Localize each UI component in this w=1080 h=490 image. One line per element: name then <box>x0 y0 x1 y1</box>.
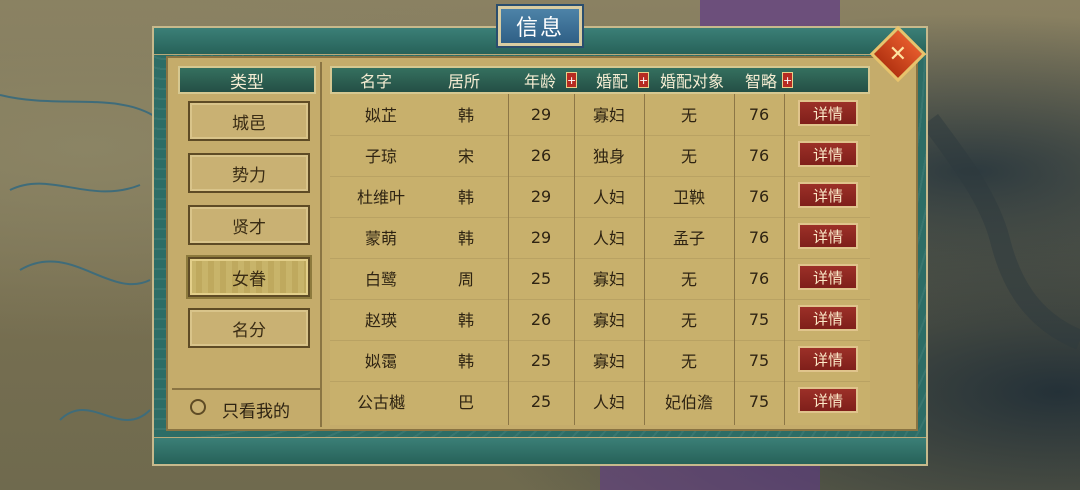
sort-age-icon[interactable]: + <box>566 72 577 88</box>
cell-residence: 周 <box>457 270 474 289</box>
cell-marital: 人妇 <box>592 393 625 412</box>
cell-wisdom: 76 <box>748 186 770 206</box>
cell-name: 姒芷 <box>364 106 397 125</box>
column-header-spouse: 婚配对象 <box>659 72 724 91</box>
cell-name: 子琼 <box>364 147 397 166</box>
cell-spouse: 无 <box>680 311 697 330</box>
cell-wisdom: 76 <box>748 145 770 165</box>
cell-age: 29 <box>530 227 552 247</box>
cell-spouse: 卫鞅 <box>672 188 705 207</box>
detail-button[interactable]: 详情 <box>798 141 858 167</box>
left-panel-separator <box>172 388 320 390</box>
detail-button[interactable]: 详情 <box>798 182 858 208</box>
cell-name: 赵瑛 <box>364 311 397 330</box>
cell-name: 白鹭 <box>364 270 397 289</box>
cell-age: 25 <box>530 268 552 288</box>
detail-button[interactable]: 详情 <box>798 223 858 249</box>
category-women-button[interactable]: 女眷 <box>188 257 310 297</box>
category-header: 类型 <box>178 66 316 94</box>
cell-residence: 宋 <box>457 147 474 166</box>
cell-spouse: 无 <box>680 352 697 371</box>
column-header-residence: 居所 <box>447 72 480 91</box>
cell-spouse: 孟子 <box>672 229 705 248</box>
cell-name: 蒙萌 <box>364 229 397 248</box>
category-city-button[interactable]: 城邑 <box>188 101 310 141</box>
cell-age: 29 <box>530 186 552 206</box>
cell-age: 26 <box>530 309 552 329</box>
cell-marital: 人妇 <box>592 188 625 207</box>
column-header-marital: 婚配 <box>595 72 628 91</box>
sort-wisdom-icon[interactable]: + <box>782 72 793 88</box>
detail-button[interactable]: 详情 <box>798 387 858 413</box>
column-header-wisdom: 智略 <box>744 72 777 91</box>
detail-button[interactable]: 详情 <box>798 346 858 372</box>
cell-spouse: 无 <box>680 147 697 166</box>
cell-age: 26 <box>530 145 552 165</box>
cell-spouse: 无 <box>680 270 697 289</box>
cell-spouse: 无 <box>680 106 697 125</box>
cell-marital: 寡妇 <box>592 106 625 125</box>
cell-age: 25 <box>530 350 552 370</box>
cell-residence: 韩 <box>457 188 474 207</box>
cell-residence: 韩 <box>457 311 474 330</box>
category-talent-button[interactable]: 贤才 <box>188 205 310 245</box>
cell-marital: 人妇 <box>592 229 625 248</box>
cell-age: 25 <box>530 391 552 411</box>
frame-bottom-band <box>154 437 926 464</box>
cell-residence: 巴 <box>457 393 474 412</box>
sort-marital-icon[interactable]: + <box>638 72 649 88</box>
cell-marital: 独身 <box>592 147 625 166</box>
cell-wisdom: 75 <box>748 350 770 370</box>
cell-residence: 韩 <box>457 352 474 371</box>
cell-wisdom: 76 <box>748 268 770 288</box>
cell-name: 公古樾 <box>356 393 405 412</box>
cell-name: 杜维叶 <box>356 188 405 207</box>
detail-button[interactable]: 详情 <box>798 264 858 290</box>
cell-residence: 韩 <box>457 229 474 248</box>
only-mine-radio[interactable] <box>190 399 206 415</box>
column-header-age: 年龄 <box>523 72 556 91</box>
detail-button[interactable]: 详情 <box>798 100 858 126</box>
cell-name: 姒霭 <box>364 352 397 371</box>
left-panel-divider <box>320 62 322 427</box>
cell-marital: 寡妇 <box>592 311 625 330</box>
cell-wisdom: 76 <box>748 104 770 124</box>
column-divider <box>784 94 785 425</box>
cell-wisdom: 75 <box>748 391 770 411</box>
category-title-button[interactable]: 名分 <box>188 308 310 348</box>
cell-wisdom: 75 <box>748 309 770 329</box>
cell-spouse: 妃伯澹 <box>664 393 713 412</box>
cell-wisdom: 76 <box>748 227 770 247</box>
only-mine-label: 只看我的 <box>222 402 290 422</box>
cell-age: 29 <box>530 104 552 124</box>
column-header-name: 名字 <box>359 72 392 91</box>
cell-marital: 寡妇 <box>592 352 625 371</box>
window-title: 信息 <box>498 6 582 46</box>
cell-marital: 寡妇 <box>592 270 625 289</box>
close-icon: ✕ <box>888 41 908 67</box>
cell-residence: 韩 <box>457 106 474 125</box>
category-faction-button[interactable]: 势力 <box>188 153 310 193</box>
detail-button[interactable]: 详情 <box>798 305 858 331</box>
